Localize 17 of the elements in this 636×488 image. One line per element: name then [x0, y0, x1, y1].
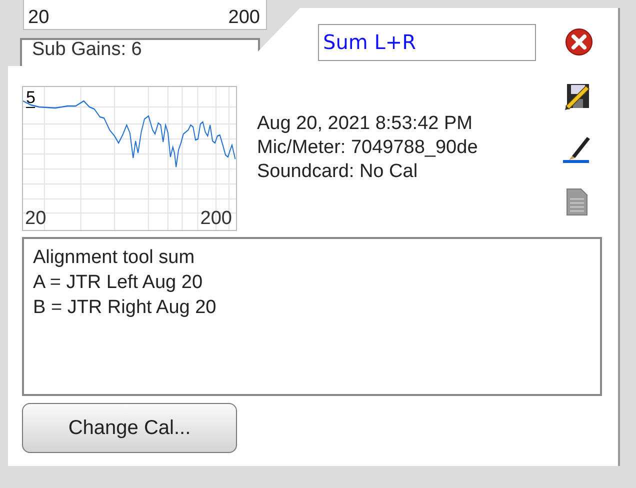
pen-icon[interactable] [562, 134, 592, 164]
close-icon[interactable] [564, 27, 594, 57]
notes-text: B = JTR Right Aug 20 [33, 296, 218, 320]
info-text: Aug 20, 2021 8:53:42 PM [257, 112, 474, 136]
axis-label: 200 [228, 7, 260, 29]
save-edit-icon[interactable] [562, 81, 592, 111]
axis-label: 20 [25, 208, 46, 230]
info-text: Soundcard: No Cal [257, 160, 419, 184]
notes-text: A = JTR Left Aug 20 [33, 271, 204, 295]
axis-label: 200 [200, 208, 232, 230]
name-field[interactable]: Sum L+R [318, 24, 536, 60]
axis-label: 20 [28, 7, 50, 29]
notes-area[interactable]: Alignment tool sum A = JTR Left Aug 20 B = JTR Right Aug 20 [22, 237, 602, 396]
notes-text: Alignment tool sum [33, 246, 196, 270]
info-text: Mic/Meter: 7049788_90de [257, 136, 479, 160]
change-cal-button[interactable]: Change Cal... [22, 403, 237, 453]
axis-label: 5 [26, 89, 36, 108]
